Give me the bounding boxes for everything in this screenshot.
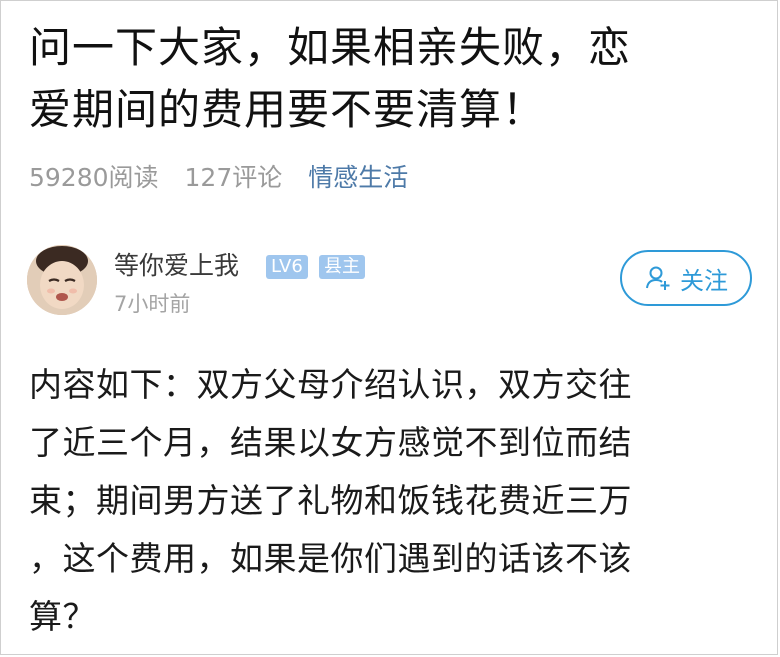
avatar[interactable] [27, 245, 97, 315]
follow-label: 关注 [680, 266, 728, 295]
content-line: 束；期间男方送了礼物和饭钱花费近三万 [29, 481, 632, 520]
category-link[interactable]: 情感生活 [308, 161, 408, 195]
level-badge: LV6 [266, 255, 308, 279]
follow-button[interactable]: 关注 [620, 250, 752, 306]
post-time: 7小时前 [114, 292, 191, 316]
role-badge: 县主 [319, 255, 365, 279]
post-content: 内容如下：双方父母介绍认识，双方交往 了近三个月，结果以女方感觉不到位而结 束；… [29, 356, 759, 646]
read-count: 59280阅读 [29, 163, 159, 192]
comment-count[interactable]: 127评论 [185, 161, 283, 195]
content-line: 算？ [29, 597, 96, 636]
author-name[interactable]: 等你爱上我 [114, 249, 239, 283]
content-line: 内容如下：双方父母介绍认识，双方交往 [29, 365, 632, 404]
avatar-image [27, 245, 97, 315]
post-title: 问一下大家，如果相亲失败，恋 爱期间的费用要不要清算！ [29, 17, 759, 141]
post-meta: 59280阅读 127评论 情感生活 [29, 161, 408, 195]
title-line: 爱期间的费用要不要清算！ [29, 85, 546, 134]
title-line: 问一下大家，如果相亲失败，恋 [29, 23, 632, 72]
content-line: ，这个费用，如果是你们遇到的话该不该 [29, 539, 632, 578]
page-frame: 问一下大家，如果相亲失败，恋 爱期间的费用要不要清算！ 59280阅读 127评… [0, 0, 778, 655]
add-user-icon [646, 266, 670, 290]
content-line: 了近三个月，结果以女方感觉不到位而结 [29, 423, 632, 462]
